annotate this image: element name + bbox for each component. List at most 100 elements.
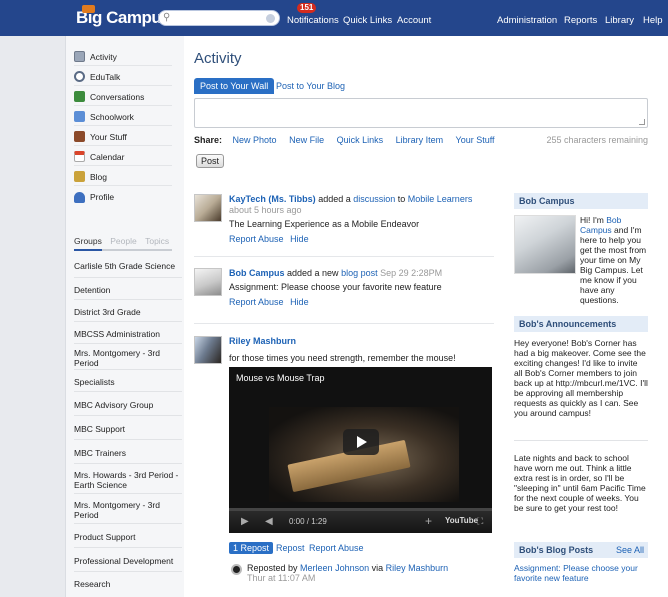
fullscreen-icon[interactable]: ⛶ [477, 516, 483, 527]
repost-avatar[interactable] [231, 564, 242, 575]
bob-intro-text: and I'm here to help you get the most fr… [580, 225, 647, 305]
nav-administration[interactable]: Administration [497, 15, 557, 26]
profile-icon [74, 191, 85, 203]
tab-people[interactable]: People [110, 236, 136, 246]
blog-icon [74, 171, 85, 182]
feed-body: Bob Campus added a new blog post Sep 29 … [229, 268, 494, 308]
big-campus-logo[interactable]: Big Campus [76, 5, 171, 28]
logo-badge [82, 5, 95, 13]
characters-remaining: 255 characters remaining [546, 135, 648, 145]
feed-action-text: added a [315, 194, 354, 204]
feed-target-link[interactable]: Mobile Learners [408, 194, 473, 204]
resize-grip-icon[interactable] [639, 119, 645, 125]
feed-author-link[interactable]: KayTech (Ms. Tibbs) [229, 194, 316, 204]
report-abuse-link[interactable]: Report Abuse [309, 543, 364, 553]
feed-object-link[interactable]: discussion [353, 194, 395, 204]
nav-notifications[interactable]: Notifications [287, 15, 339, 26]
sidebar-item-blog[interactable]: Blog [74, 168, 172, 186]
avatar[interactable] [194, 268, 222, 296]
group-item[interactable]: MBC Support [74, 418, 182, 440]
bob-intro-prefix: Hi! I'm [580, 215, 607, 225]
feed-text: The Learning Experience as a Mobile Ende… [229, 219, 420, 229]
search-input[interactable]: ⚲ [158, 10, 280, 26]
feed-author-link[interactable]: Bob Campus [229, 268, 285, 278]
tab-topics[interactable]: Topics [145, 236, 169, 246]
blog-post-link[interactable]: Assignment: Please choose your favorite … [514, 563, 648, 583]
repost-count-badge[interactable]: 1 Repost [229, 542, 274, 554]
hide-link[interactable]: Hide [290, 297, 309, 307]
group-item[interactable]: Product Support [74, 526, 182, 548]
left-gutter [0, 36, 66, 597]
post-textarea[interactable] [194, 98, 648, 128]
video-player[interactable]: Mouse vs Mouse Trap ▶ ◀ 0:00 / 1:29 + Yo… [229, 367, 492, 533]
group-item[interactable]: Mrs. Montgomery - 3rd Period [74, 496, 182, 524]
see-all-link[interactable]: See All [616, 542, 644, 558]
group-item[interactable]: Research [74, 574, 182, 594]
avatar[interactable] [194, 194, 222, 222]
post-button[interactable]: Post [196, 154, 225, 168]
notifications-count-badge[interactable]: 151 [297, 3, 317, 13]
tab-post-to-blog[interactable]: Post to Your Blog [276, 81, 345, 91]
sidebar-item-activity[interactable]: Activity [74, 48, 172, 66]
nav-reports[interactable]: Reports [564, 15, 597, 26]
feed-body: Riley Mashburn for those times you need … [229, 336, 494, 364]
feed-author-link[interactable]: Riley Mashburn [229, 336, 296, 346]
feed-time: about 5 hours ago [229, 205, 302, 215]
sidebar-item-label: Schoolwork [90, 111, 134, 122]
conversations-icon [74, 91, 85, 102]
report-abuse-link[interactable]: Report Abuse [229, 234, 284, 244]
group-item[interactable]: Specialists [74, 372, 182, 392]
group-item[interactable]: Detention [74, 280, 182, 300]
sidebar-item-edutalk[interactable]: EduTalk [74, 68, 172, 86]
feed-object-link[interactable]: blog post [341, 268, 378, 278]
sidebar-item-schoolwork[interactable]: Schoolwork [74, 108, 172, 126]
sidebar-item-conversations[interactable]: Conversations [74, 88, 172, 106]
group-item[interactable]: Carlisle 5th Grade Science [74, 255, 182, 278]
group-item[interactable]: MBC Advisory Group [74, 394, 182, 416]
group-item[interactable]: MBCSS Administration [74, 324, 182, 344]
sidebar-item-label: Profile [90, 192, 115, 202]
youtube-logo[interactable]: YouTube [445, 516, 478, 525]
video-controls: ▶ ◀ 0:00 / 1:29 + YouTube ⛶ [229, 511, 492, 533]
share-new-file-link[interactable]: New File [289, 135, 324, 145]
avatar[interactable] [194, 336, 222, 364]
repost-user-link[interactable]: Merleen Johnson [300, 563, 369, 573]
repost-via-link[interactable]: Riley Mashburn [386, 563, 449, 573]
share-new-photo-link[interactable]: New Photo [233, 135, 277, 145]
share-library-item-link[interactable]: Library Item [396, 135, 444, 145]
sidebar-item-label: Blog [90, 171, 108, 182]
sidebar-item-your-stuff[interactable]: Your Stuff [74, 128, 172, 146]
nav-library[interactable]: Library [605, 15, 634, 26]
video-title[interactable]: Mouse vs Mouse Trap [236, 373, 325, 383]
sidebar-item-calendar[interactable]: Calendar [74, 148, 172, 166]
group-item[interactable]: Professional Development [74, 550, 182, 572]
nav-help[interactable]: Help [643, 15, 663, 26]
repost-link[interactable]: Repost [276, 543, 305, 553]
share-your-stuff-link[interactable]: Your Stuff [456, 135, 495, 145]
add-icon[interactable]: + [425, 514, 432, 528]
feed-divider [194, 323, 494, 324]
bob-campus-intro: Hi! I'm Bob Campus and I'm here to help … [514, 215, 648, 305]
play-icon[interactable] [343, 429, 379, 455]
clear-search-icon[interactable] [266, 14, 275, 23]
feed-text: Assignment: Please choose your favorite … [229, 282, 442, 292]
tab-groups[interactable]: Groups [74, 236, 102, 251]
nav-quick-links[interactable]: Quick Links [343, 15, 392, 26]
group-item[interactable]: Mrs. Montgomery - 3rd Period [74, 346, 182, 370]
play-control-icon[interactable]: ▶ [241, 516, 249, 527]
report-abuse-link[interactable]: Report Abuse [229, 297, 284, 307]
nav-account[interactable]: Account [397, 15, 431, 26]
group-item[interactable]: Mrs. Howards - 3rd Period - Earth Scienc… [74, 466, 182, 494]
feed-divider [194, 256, 494, 257]
share-quick-links-link[interactable]: Quick Links [337, 135, 384, 145]
announcement-text: Hey everyone! Bob's Corner has had a big… [514, 338, 648, 418]
sidebar-item-profile[interactable]: Profile [74, 188, 172, 206]
group-item[interactable]: District 3rd Grade [74, 302, 182, 322]
tab-post-to-wall[interactable]: Post to Your Wall [194, 78, 275, 94]
group-item[interactable]: MBC Trainers [74, 442, 182, 464]
bob-campus-title: Bob Campus [519, 196, 575, 206]
hide-link[interactable]: Hide [290, 234, 309, 244]
activity-icon [74, 51, 85, 62]
feed-body: KayTech (Ms. Tibbs) added a discussion t… [229, 194, 494, 245]
volume-icon[interactable]: ◀ [265, 516, 273, 527]
